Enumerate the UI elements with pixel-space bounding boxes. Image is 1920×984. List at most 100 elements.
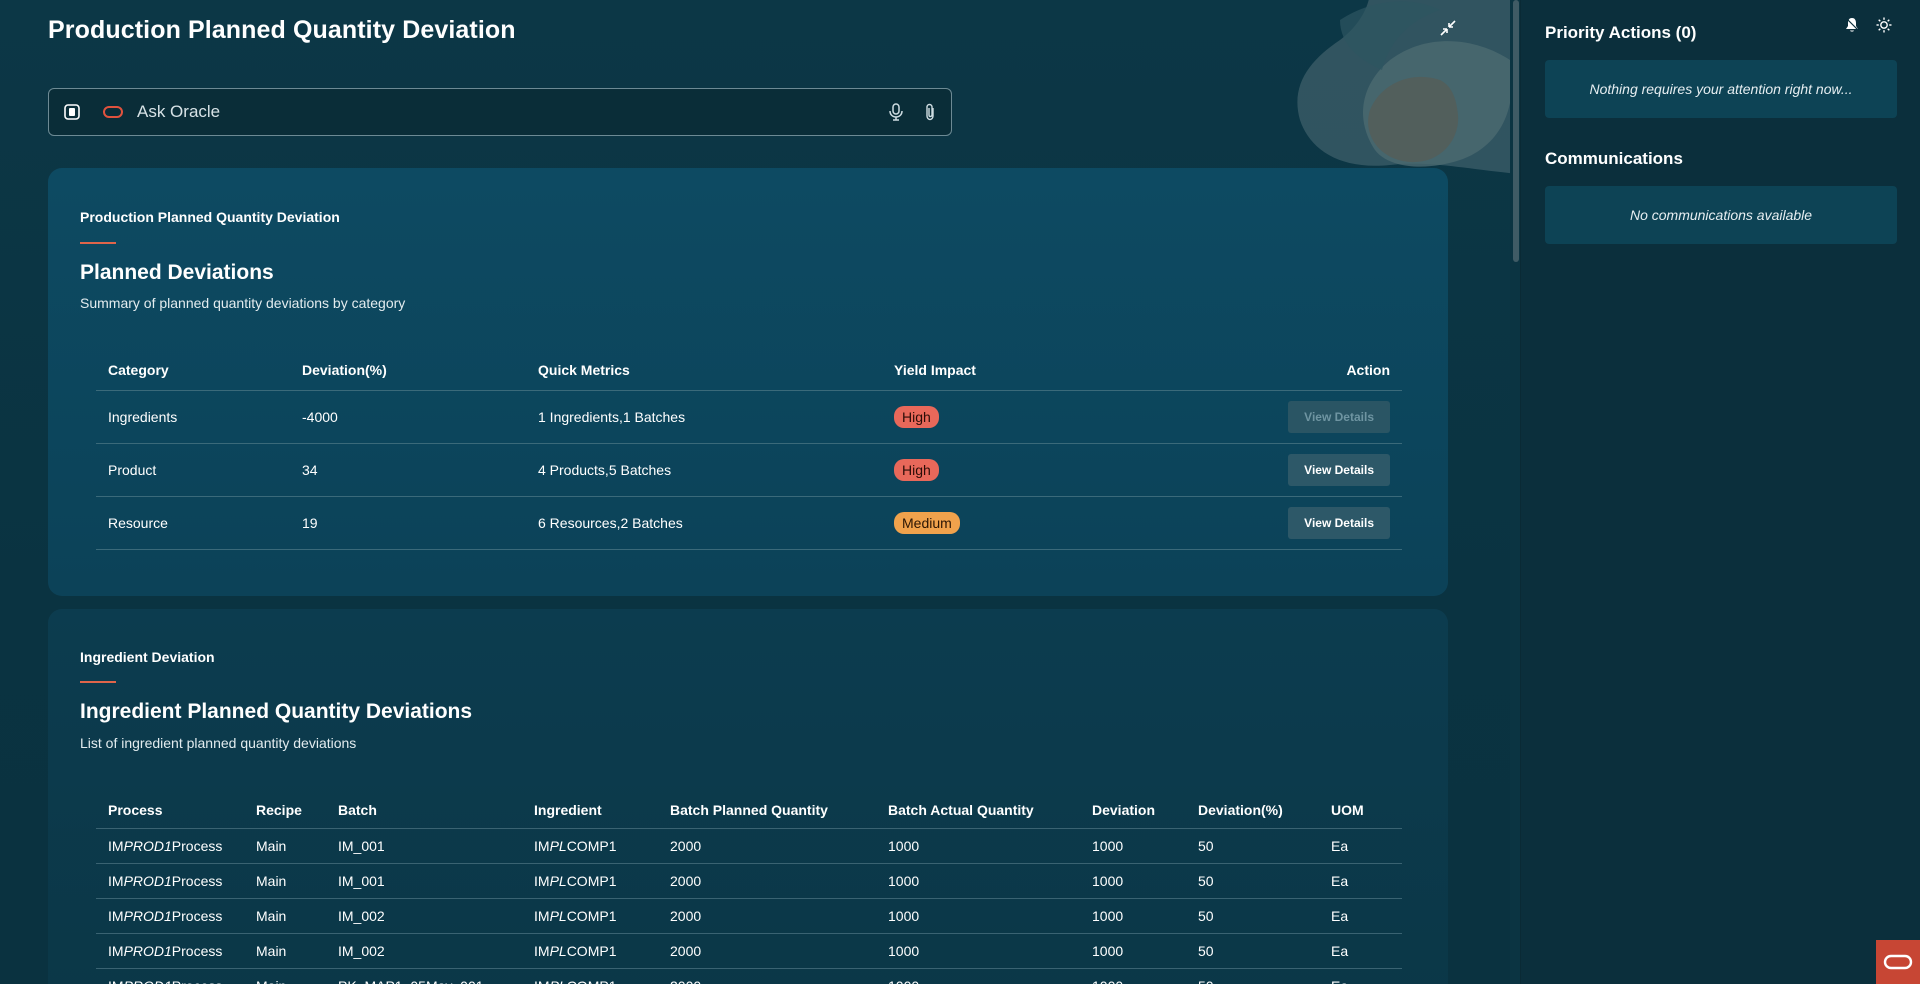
card-title: Ingredient Planned Quantity Deviations (80, 700, 473, 723)
category-cell: Resource (96, 496, 302, 550)
paperclip-icon[interactable] (919, 101, 941, 123)
column-header[interactable]: Yield Impact (894, 350, 1114, 391)
ingredient-text-part: PL (549, 907, 567, 924)
ingredient-text-part: IM (534, 837, 550, 854)
decorative-background-shape (1297, 0, 1510, 174)
yield-impact-badge: Medium (894, 511, 960, 534)
ingredient-text-part: COMP1 (566, 942, 617, 959)
table-row: Ingredients -4000 1 Ingredients,1 Batche… (96, 390, 1402, 444)
column-header[interactable]: Process (96, 792, 256, 829)
actual-quantity-cell: 1000 (888, 898, 1092, 934)
main-area: Production Planned Quantity Deviation As… (0, 0, 1510, 984)
process-cell: IMPROD1Process (96, 933, 256, 969)
process-text-part: Process (172, 978, 223, 984)
planned-quantity-cell: 2000 (670, 863, 888, 899)
ingredient-text-part: COMP1 (566, 907, 617, 924)
column-header[interactable]: Batch Planned Quantity (670, 792, 888, 829)
column-header[interactable]: Action (1114, 350, 1402, 391)
column-header[interactable]: Batch Actual Quantity (888, 792, 1092, 829)
column-header[interactable]: Batch (338, 792, 534, 829)
recipe-cell: Main (256, 933, 338, 969)
ingredient-text-part: IM (534, 872, 550, 889)
deviation-cell: 1000 (1092, 898, 1198, 934)
ingredient-text-part: PL (549, 872, 567, 889)
actual-quantity-cell: 1000 (888, 863, 1092, 899)
column-header[interactable]: Deviation(%) (1198, 792, 1331, 829)
process-text-part: Process (171, 872, 223, 889)
process-text-part: IM (108, 872, 124, 889)
process-text-part: Process (171, 942, 223, 959)
deviation-percent-cell: 50 (1198, 863, 1331, 899)
batch-cell: IM_001 (338, 863, 534, 899)
table-header-row: Category Deviation(%) Quick Metrics Yiel… (96, 350, 1402, 391)
table-row: Resource 19 6 Resources,2 Batches Medium… (96, 496, 1402, 550)
scrollbar-thumb[interactable] (1513, 0, 1519, 262)
planned-quantity-cell: 2000 (670, 968, 888, 984)
uom-cell: Ea (1331, 898, 1402, 934)
oracle-logo-icon (103, 106, 123, 118)
ask-oracle-input[interactable] (137, 102, 885, 122)
deviation-cell: 34 (302, 443, 538, 497)
planned-quantity-cell: 2000 (670, 933, 888, 969)
table-row: IMPROD1Process Main IM_002 IMPLCOMP1 2000 100… (96, 898, 1402, 934)
column-header[interactable]: UOM (1331, 792, 1402, 829)
yield-impact-badge: High (894, 458, 939, 481)
column-header[interactable]: Deviation(%) (302, 350, 538, 391)
sun-icon[interactable] (1875, 16, 1893, 34)
recipe-cell: Main (256, 968, 338, 984)
process-cell: IMPROD1Process (96, 898, 256, 934)
process-text-part: IM (108, 942, 124, 959)
card-eyebrow: Production Planned Quantity Deviation (80, 209, 340, 225)
communications-title: Communications (1545, 149, 1683, 168)
process-cell: IMPROD1Process (96, 863, 256, 899)
column-header[interactable]: Recipe (256, 792, 338, 829)
ingredient-text-part: IM (534, 942, 550, 959)
ingredient-text-part: COMP1 (566, 837, 617, 854)
planned-deviations-card: Production Planned Quantity Deviation Pl… (48, 168, 1448, 596)
deviation-cell: 1000 (1092, 863, 1198, 899)
card-eyebrow: Ingredient Deviation (80, 649, 215, 665)
column-header[interactable]: Category (96, 350, 302, 391)
process-text-part: PROD1 (123, 907, 172, 924)
planned-quantity-cell: 2000 (670, 898, 888, 934)
ai-toggle-icon[interactable] (63, 103, 81, 121)
recipe-cell: Main (256, 863, 338, 899)
bell-icon[interactable] (1843, 16, 1861, 34)
collapse-icon[interactable] (1436, 16, 1460, 40)
impact-cell: High (894, 390, 1114, 444)
column-header[interactable]: Quick Metrics (538, 350, 894, 391)
metrics-cell: 1 Ingredients,1 Batches (538, 390, 894, 444)
deviation-cell: 1000 (1092, 933, 1198, 969)
deviation-percent-cell: 50 (1198, 898, 1331, 934)
view-details-button[interactable]: View Details (1288, 506, 1390, 539)
microphone-icon[interactable] (885, 101, 907, 123)
actual-quantity-cell: 1000 (888, 968, 1092, 984)
right-panel: Priority Actions (0) Nothing requires yo… (1520, 0, 1920, 984)
ingredient-text-part: COMP1 (566, 872, 617, 889)
impact-cell: High (894, 443, 1114, 497)
action-cell: View Details (1114, 496, 1402, 550)
main-scrollbar[interactable] (1513, 0, 1519, 984)
actual-quantity-cell: 1000 (888, 933, 1092, 969)
metrics-cell: 6 Resources,2 Batches (538, 496, 894, 550)
process-cell: IMPROD1Process (96, 828, 256, 864)
batch-cell: IM_002 (338, 933, 534, 969)
ingredient-deviations-table: Process Recipe Batch Ingredient Batch Pl… (96, 792, 1402, 984)
recipe-cell: Main (256, 828, 338, 864)
uom-cell: Ea (1331, 863, 1402, 899)
oracle-launcher-icon[interactable] (1876, 940, 1920, 984)
process-text-part: PROD1 (123, 942, 172, 959)
ingredient-text-part: COMP1 (567, 978, 617, 984)
view-details-button[interactable]: View Details (1288, 453, 1390, 486)
deviation-percent-cell: 50 (1198, 828, 1331, 864)
process-text-part: PROD1 (123, 872, 172, 889)
deviation-cell: 1000 (1092, 828, 1198, 864)
column-header[interactable]: Ingredient (534, 792, 670, 829)
ingredient-cell: IMPLCOMP1 (534, 968, 670, 984)
table-header-row: Process Recipe Batch Ingredient Batch Pl… (96, 792, 1402, 829)
deviation-cell: 19 (302, 496, 538, 550)
view-details-button[interactable]: View Details (1288, 400, 1390, 433)
actual-quantity-cell: 1000 (888, 828, 1092, 864)
ingredient-deviation-card: Ingredient Deviation Ingredient Planned … (48, 609, 1448, 984)
column-header[interactable]: Deviation (1092, 792, 1198, 829)
